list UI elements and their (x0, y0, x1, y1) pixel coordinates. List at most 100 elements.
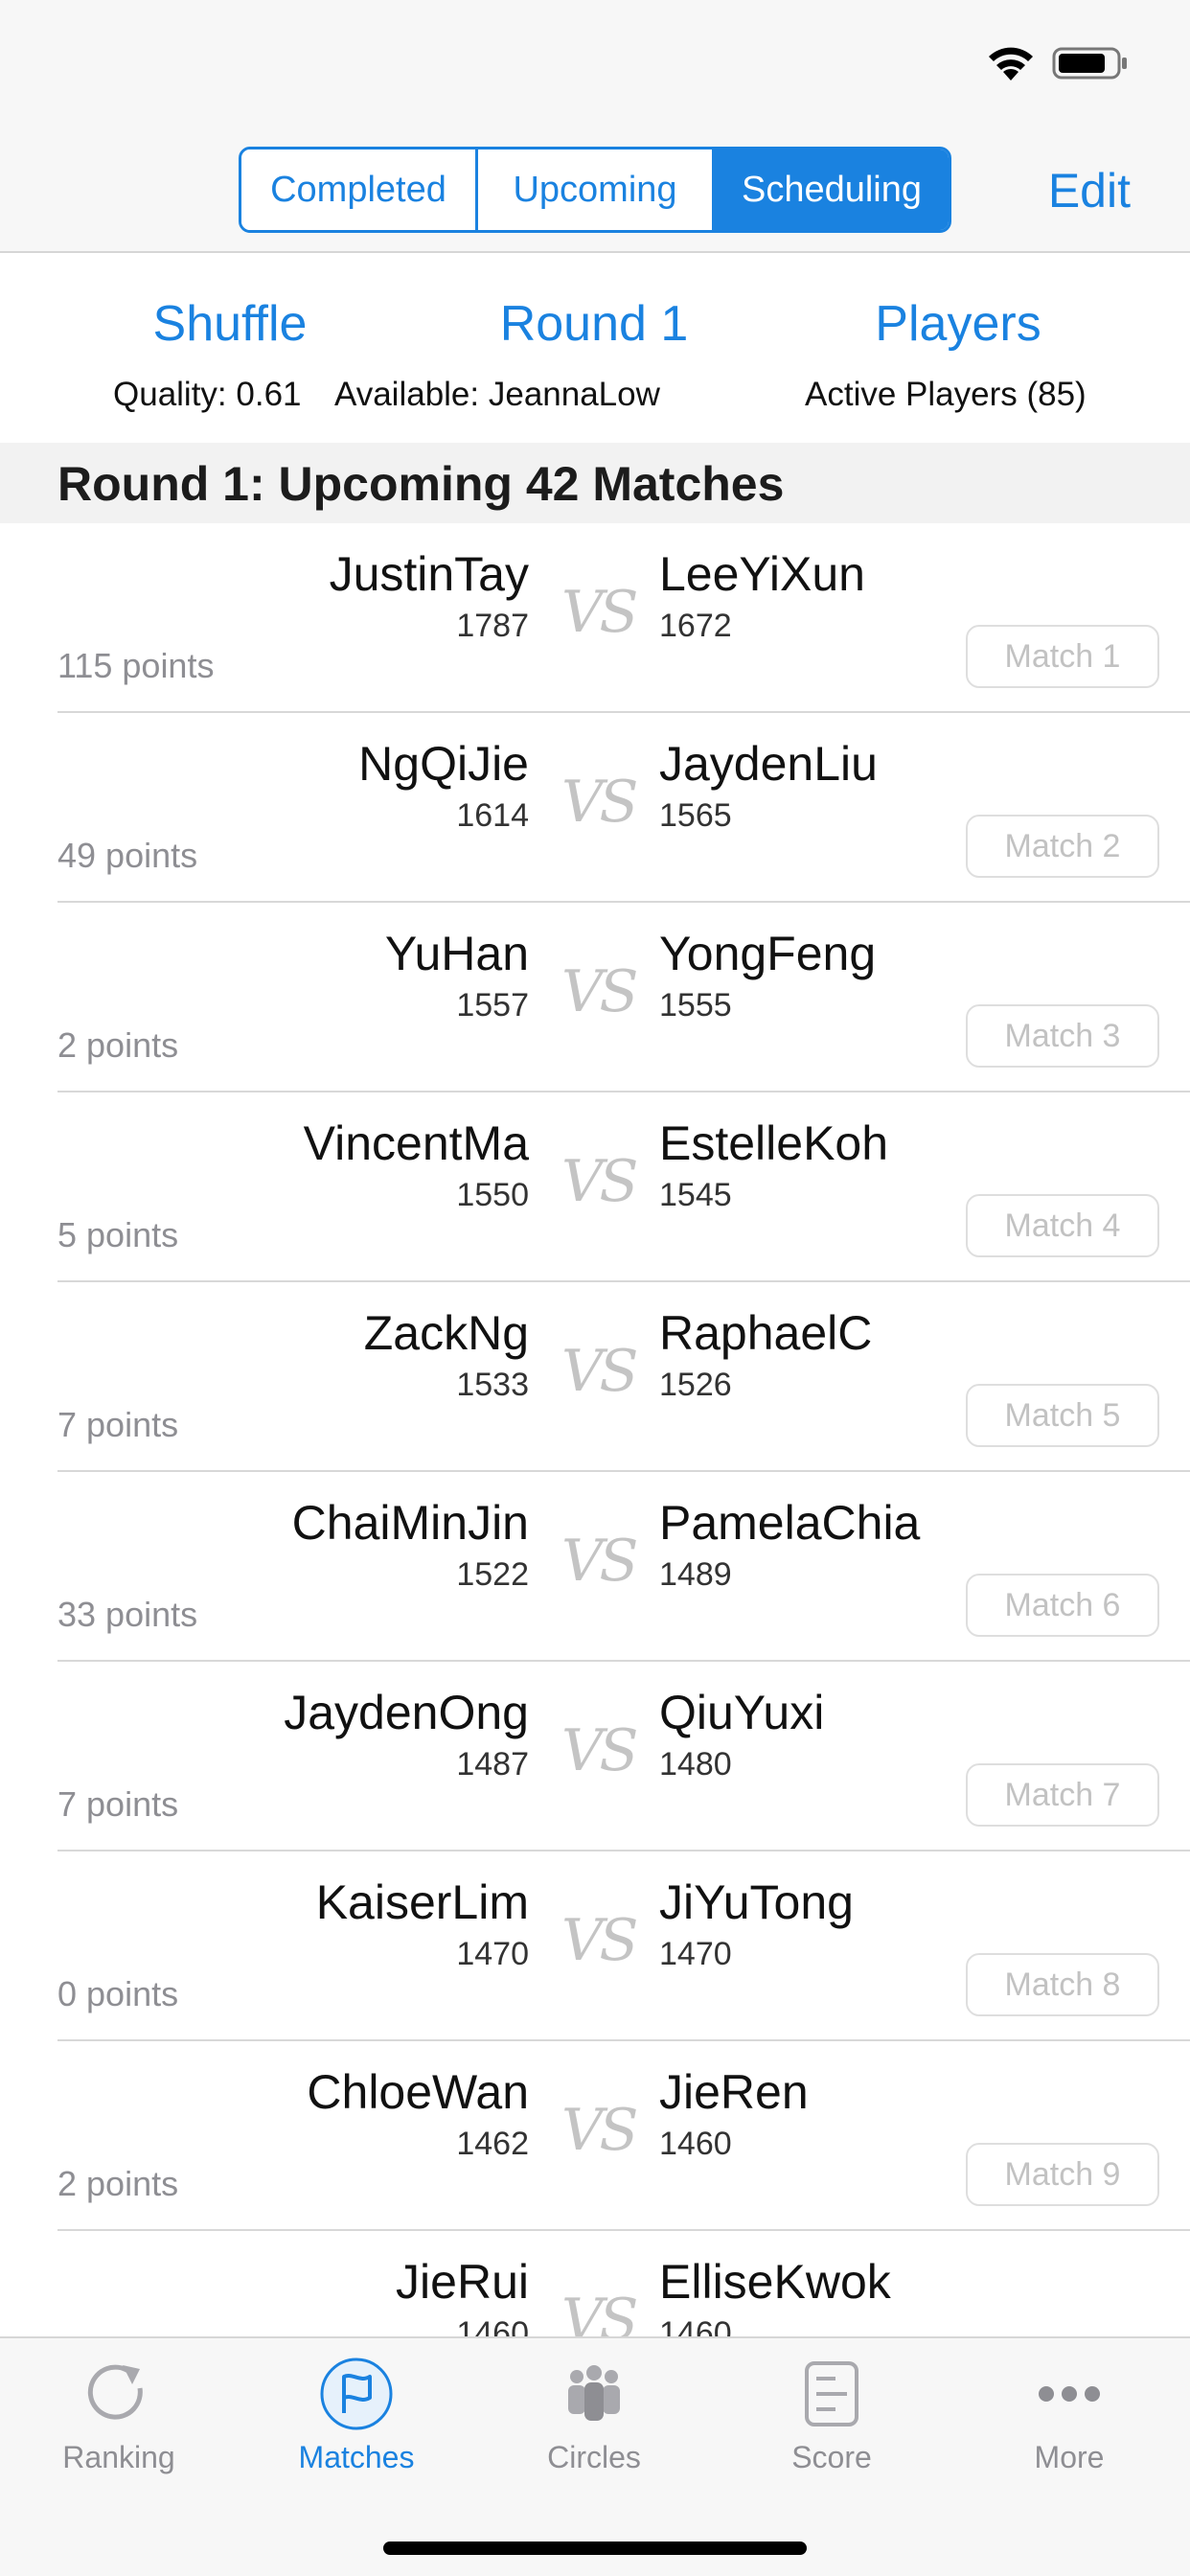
vs-label: VS (561, 1338, 638, 1405)
player1-name: JaydenOng (284, 1686, 529, 1739)
points-diff: 49 points (57, 836, 198, 875)
match-row[interactable]: NgQiJie 1614 VS JaydenLiu 1565 49 points… (0, 713, 1190, 903)
player2-name: ElliseKwok (659, 2255, 891, 2309)
status-bar (0, 0, 1190, 125)
available-label: Available: JeannaLow (334, 376, 660, 413)
player1-name: YuHan (384, 927, 529, 980)
scorecard-icon (805, 2361, 858, 2426)
match-button[interactable]: Match 9 (966, 2143, 1159, 2206)
player2-rating: 1460 (659, 2126, 732, 2162)
vs-label: VS (561, 958, 638, 1025)
vs-label: VS (561, 1907, 638, 1974)
segment-scheduling[interactable]: Scheduling (715, 150, 949, 230)
vs-label: VS (561, 769, 638, 836)
match-button[interactable]: Match 5 (966, 1384, 1159, 1447)
match-row[interactable]: KaiserLim 1470 VS JiYuTong 1470 0 points… (0, 1852, 1190, 2041)
player1-rating: 1614 (456, 797, 529, 834)
player1-rating: 1522 (456, 1556, 529, 1593)
player2-rating: 1565 (659, 797, 732, 834)
player2-rating: 1480 (659, 1746, 732, 1782)
points-diff: 7 points (57, 1784, 179, 1824)
more-icon (1039, 2386, 1100, 2402)
tab-label: More (1034, 2440, 1105, 2474)
match-button[interactable]: Match 2 (966, 815, 1159, 878)
tab-label: Matches (298, 2440, 415, 2474)
player1-rating: 1557 (456, 987, 529, 1024)
battery-icon (1052, 47, 1127, 80)
player1-name: ChaiMinJin (291, 1496, 529, 1550)
tab-bar: Ranking Matches Circles Score More (0, 2336, 1190, 2576)
vs-label: VS (561, 2287, 638, 2336)
tab-circles[interactable]: Circles (475, 2338, 713, 2511)
points-diff: 0 points (57, 1974, 179, 2013)
tab-label: Circles (547, 2440, 641, 2474)
player1-rating: 1470 (456, 1936, 529, 1972)
match-row[interactable]: JaydenOng 1487 VS QiuYuxi 1480 7 points … (0, 1662, 1190, 1852)
player2-name: LeeYiXun (659, 547, 865, 601)
vs-label: VS (561, 2097, 638, 2164)
match-row[interactable]: VincentMa 1550 VS EstelleKoh 1545 5 poin… (0, 1092, 1190, 1282)
players-button[interactable]: Players (843, 295, 1073, 353)
player2-name: RaphaelC (659, 1306, 873, 1360)
segment-completed[interactable]: Completed (241, 150, 478, 230)
player2-rating: 1526 (659, 1367, 732, 1403)
segment-upcoming[interactable]: Upcoming (478, 150, 715, 230)
player2-rating: 1672 (659, 608, 732, 644)
match-button[interactable]: Match 8 (966, 1953, 1159, 2016)
round-button[interactable]: Round 1 (479, 295, 709, 353)
section-header: Round 1: Upcoming 42 Matches (0, 443, 1190, 523)
vs-label: VS (561, 1148, 638, 1215)
player2-name: JieRen (659, 2065, 809, 2119)
player1-name: ChloeWan (307, 2065, 529, 2119)
shuffle-button[interactable]: Shuffle (115, 295, 345, 353)
player2-name: JaydenLiu (659, 737, 878, 791)
player2-name: QiuYuxi (659, 1686, 825, 1739)
match-row[interactable]: ChloeWan 1462 VS JieRen 1460 2 points Ma… (0, 2041, 1190, 2231)
match-row[interactable]: ChaiMinJin 1522 VS PamelaChia 1489 33 po… (0, 1472, 1190, 1662)
player2-rating: 1555 (659, 987, 732, 1024)
refresh-icon (87, 2364, 143, 2420)
points-diff: 5 points (57, 1215, 179, 1254)
vs-label: VS (561, 1717, 638, 1784)
points-diff: 33 points (57, 1595, 198, 1634)
match-row[interactable]: JieRui 1460 VS ElliseKwok 1460 (0, 2231, 1190, 2336)
nav-bar: Completed Upcoming Scheduling Edit (0, 125, 1190, 253)
tab-more[interactable]: More (950, 2338, 1188, 2511)
match-row[interactable]: JustinTay 1787 VS LeeYiXun 1672 115 poin… (0, 523, 1190, 713)
edit-button[interactable]: Edit (1048, 163, 1131, 218)
match-button[interactable]: Match 6 (966, 1574, 1159, 1637)
quality-label: Quality: 0.61 (113, 376, 302, 413)
player1-name: KaiserLim (315, 1875, 529, 1929)
active-players-label: Active Players (85) (805, 376, 1087, 413)
tab-label: Score (791, 2440, 872, 2474)
points-diff: 7 points (57, 1405, 179, 1444)
match-row[interactable]: YuHan 1557 VS YongFeng 1555 2 points Mat… (0, 903, 1190, 1092)
match-button[interactable]: Match 3 (966, 1004, 1159, 1068)
player1-rating: 1487 (456, 1746, 529, 1782)
wifi-icon (989, 47, 1033, 80)
vs-label: VS (561, 1528, 638, 1595)
player2-name: JiYuTong (659, 1875, 854, 1929)
scheduling-controls: Shuffle Round 1 Players Quality: 0.61 Av… (0, 253, 1190, 443)
tab-ranking[interactable]: Ranking (0, 2338, 238, 2511)
player2-rating: 1470 (659, 1936, 732, 1972)
points-diff: 2 points (57, 2164, 179, 2203)
player1-name: JieRui (396, 2255, 529, 2309)
player1-rating: 1787 (456, 608, 529, 644)
flag-icon (320, 2358, 393, 2430)
player1-name: VincentMa (303, 1116, 529, 1170)
player1-rating: 1460 (456, 2315, 529, 2336)
match-list[interactable]: JustinTay 1787 VS LeeYiXun 1672 115 poin… (0, 523, 1190, 2336)
home-indicator (383, 2542, 807, 2555)
points-diff: 115 points (57, 646, 215, 685)
player2-rating: 1545 (659, 1177, 732, 1213)
player1-rating: 1462 (456, 2126, 529, 2162)
tab-score[interactable]: Score (713, 2338, 950, 2511)
match-button[interactable]: Match 1 (966, 625, 1159, 688)
view-segmented-control: Completed Upcoming Scheduling (239, 147, 951, 233)
match-button[interactable]: Match 7 (966, 1763, 1159, 1827)
match-button[interactable]: Match 4 (966, 1194, 1159, 1257)
tab-matches[interactable]: Matches (238, 2338, 475, 2511)
player2-rating: 1489 (659, 1556, 732, 1593)
match-row[interactable]: ZackNg 1533 VS RaphaelC 1526 7 points Ma… (0, 1282, 1190, 1472)
